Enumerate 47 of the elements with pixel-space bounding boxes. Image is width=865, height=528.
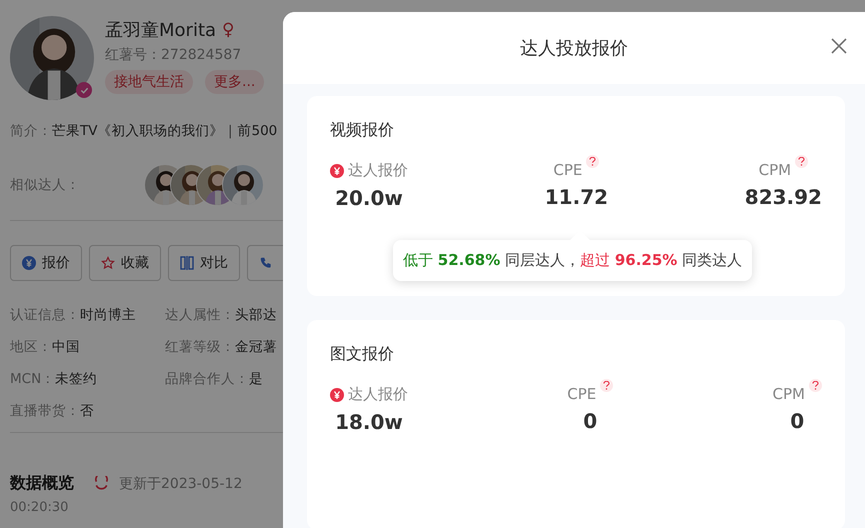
help-icon[interactable] xyxy=(795,155,808,168)
action-button[interactable]: 报价 xyxy=(10,245,82,281)
yen-icon xyxy=(330,388,344,402)
intro-label: 简介： xyxy=(10,122,52,140)
help-icon[interactable] xyxy=(586,155,600,168)
help-icon[interactable] xyxy=(809,379,822,392)
action-button[interactable]: 对比 xyxy=(168,245,240,281)
info-field: MCN：未签约 xyxy=(10,370,165,388)
tag[interactable]: 接地气生活 xyxy=(105,70,193,94)
phone-icon xyxy=(259,256,273,270)
metric-value: 18.0w xyxy=(335,410,403,434)
columns-icon xyxy=(180,256,194,270)
info-field: 达人属性：头部达 xyxy=(165,306,283,324)
section-title: 数据概览 xyxy=(10,473,74,494)
tag[interactable]: 更多... xyxy=(205,70,264,94)
info-field: 直播带货：否 xyxy=(10,402,165,420)
metric-label: CPM xyxy=(772,385,805,403)
gender-mark: ♀ xyxy=(222,20,234,40)
drawer-title: 达人投放报价 xyxy=(520,37,628,60)
yen-icon xyxy=(330,164,344,178)
metric-label: CPM xyxy=(758,161,792,179)
info-field: 地区：中国 xyxy=(10,338,165,356)
account-id: 红薯号：272824587 xyxy=(105,46,242,64)
action-button[interactable]: 收藏 xyxy=(89,245,161,281)
creator-name: 孟羽童Morita xyxy=(105,19,216,42)
metric-label: CPE xyxy=(553,161,582,179)
metric-value: 0 xyxy=(790,409,804,433)
time-text: 00:20:30 xyxy=(10,500,70,515)
metric-label: CPE xyxy=(567,385,596,403)
info-field: 红薯等级：金冠薯 xyxy=(165,338,283,356)
metric-value: 20.0w xyxy=(335,186,403,210)
metric-value: 0 xyxy=(583,409,598,433)
metric-value: 11.72 xyxy=(544,185,608,209)
refresh-icon[interactable] xyxy=(94,476,109,491)
metric-value: 823.92 xyxy=(744,185,822,209)
info-field: 认证信息：时尚博主 xyxy=(10,306,165,324)
card-title: 图文报价 xyxy=(330,344,394,365)
yen-icon xyxy=(22,256,36,270)
metric-label: 达人报价 xyxy=(348,161,408,180)
info-field: 品牌合作人：是 xyxy=(165,370,283,388)
similar-label: 相似达人： xyxy=(10,176,80,194)
card-title: 视频报价 xyxy=(330,120,394,141)
help-icon[interactable] xyxy=(600,379,614,392)
metric-label: 达人报价 xyxy=(348,385,408,404)
intro-text: 芒果TV《初入职场的我们》｜前500 xyxy=(52,122,278,140)
update-time: 更新于2023-05-12 xyxy=(119,474,242,492)
star-icon xyxy=(101,255,115,271)
